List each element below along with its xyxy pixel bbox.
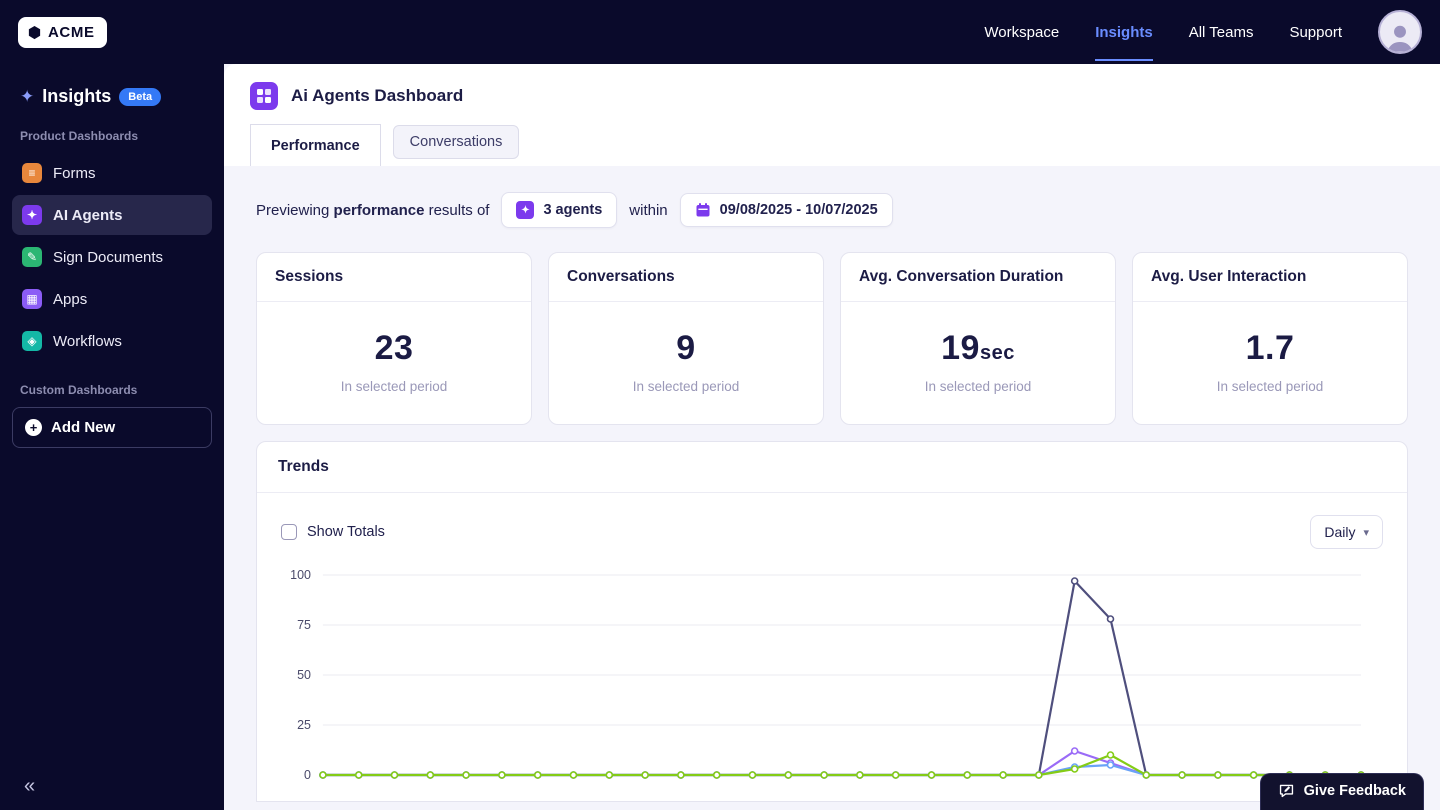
page-title: Ai Agents Dashboard [291,86,464,105]
person-icon [1387,25,1413,52]
sidebar-item-label: Apps [53,290,88,308]
trends-card: Trends Show Totals Daily ▾ 0 25 50 75 100 [256,441,1408,802]
nav-all-teams[interactable]: All Teams [1189,4,1254,61]
top-nav: Workspace Insights All Teams Support [984,4,1422,61]
interval-select[interactable]: Daily ▾ [1310,515,1383,549]
trend-chart-wrap: 0 25 50 75 100 [257,557,1407,801]
acme-logo-icon [28,25,41,39]
svg-text:50: 50 [297,668,311,682]
sidebar: ✦ Insights Beta Product Dashboards ≡ For… [0,64,224,810]
stat-value: 19sec [941,329,1015,367]
sidebar-item-workflows[interactable]: ◈ Workflows [12,321,212,361]
collapse-sidebar-icon[interactable]: « [24,775,35,798]
stat-value: 23 [374,329,414,367]
section-product-dashboards: Product Dashboards [20,129,139,143]
svg-text:75: 75 [297,618,311,632]
within-label: within [629,201,668,219]
stat-title: Avg. Conversation Duration [841,253,1115,302]
add-new-button[interactable]: + Add New [12,407,212,448]
svg-text:100: 100 [290,568,311,582]
agents-sparkle-icon: ✦ [516,201,535,219]
apps-icon: ▦ [22,289,42,309]
stat-title: Avg. User Interaction [1133,253,1407,302]
dashboard-glyph-icon [257,89,271,103]
stat-card-sessions: Sessions 23 In selected period [256,252,532,425]
nav-insights[interactable]: Insights [1095,4,1153,61]
stat-title: Conversations [549,253,823,302]
sidebar-item-forms[interactable]: ≡ Forms [12,153,212,193]
sign-documents-icon: ✎ [22,247,42,267]
section-custom-dashboards: Custom Dashboards [20,383,138,397]
stat-caption: In selected period [924,379,1032,394]
workflows-icon: ◈ [22,331,42,351]
user-avatar[interactable] [1378,10,1422,54]
dashboard-content: Previewing performance results of ✦ 3 ag… [224,166,1440,802]
feedback-label: Give Feedback [1303,782,1406,799]
stat-value: 1.7 [1245,329,1295,367]
brand-name: ACME [48,23,95,41]
give-feedback-button[interactable]: Give Feedback [1259,773,1424,810]
tab-conversations[interactable]: Conversations [392,125,520,159]
sidebar-item-label: Forms [53,164,96,182]
show-totals-checkbox[interactable] [281,524,297,540]
forms-icon: ≡ [22,163,42,183]
plus-icon: + [25,419,42,436]
interval-label: Daily [1324,524,1356,540]
show-totals-label: Show Totals [307,524,385,540]
stat-caption: In selected period [340,379,448,394]
tab-bar: Performance Conversations [250,124,1414,166]
svg-text:0: 0 [304,768,311,782]
stat-card-avg-conversation-duration: Avg. Conversation Duration 19sec In sele… [840,252,1116,425]
filter-row: Previewing performance results of ✦ 3 ag… [256,192,1408,228]
sidebar-item-label: AI Agents [53,206,123,224]
tab-performance[interactable]: Performance [250,124,381,166]
sidebar-item-apps[interactable]: ▦ Apps [12,279,212,319]
svg-text:25: 25 [297,718,311,732]
nav-workspace[interactable]: Workspace [984,4,1059,61]
feedback-icon [1279,784,1293,798]
date-range-label: 09/08/2025 - 10/07/2025 [719,202,878,218]
agents-filter-button[interactable]: ✦ 3 agents [501,192,618,228]
date-range-button[interactable]: 09/08/2025 - 10/07/2025 [679,193,893,227]
chevron-down-icon: ▾ [1363,526,1369,539]
sidebar-item-ai-agents[interactable]: ✦ AI Agents [12,195,212,235]
dashboard-app-icon [250,82,278,110]
stat-title: Sessions [257,253,531,302]
sidebar-item-label: Sign Documents [53,248,164,266]
stats-row: Sessions 23 In selected period Conversat… [256,252,1408,425]
preview-text: Previewing performance results of [256,201,490,219]
stat-value: 9 [676,329,696,367]
nav-support[interactable]: Support [1289,4,1342,61]
stat-caption: In selected period [632,379,740,394]
dashboard-header: Ai Agents Dashboard Performance Conversa… [224,64,1440,166]
sidebar-item-label: Workflows [53,332,122,350]
trends-title: Trends [257,442,1407,493]
sidebar-title: ✦ Insights Beta [12,86,212,107]
show-totals-toggle[interactable]: Show Totals [281,524,385,540]
beta-badge: Beta [119,87,162,106]
acme-logo[interactable]: ACME [18,16,107,48]
trend-line-chart: 0 25 50 75 100 [290,568,1365,782]
sidebar-item-sign-documents[interactable]: ✎ Sign Documents [12,237,212,277]
stat-caption: In selected period [1216,379,1324,394]
stat-card-avg-user-interaction: Avg. User Interaction 1.7 In selected pe… [1132,252,1408,425]
add-new-label: Add New [51,419,116,436]
stat-card-conversations: Conversations 9 In selected period [548,252,824,425]
ai-agents-icon: ✦ [22,205,42,225]
insights-sparkle-icon: ✦ [20,87,35,106]
top-bar: ACME Workspace Insights All Teams Suppor… [0,0,1440,64]
main-area: Ai Agents Dashboard Performance Conversa… [224,64,1440,810]
calendar-icon [696,203,710,217]
sidebar-title-text: Insights [42,86,112,106]
agents-filter-label: 3 agents [543,202,603,218]
